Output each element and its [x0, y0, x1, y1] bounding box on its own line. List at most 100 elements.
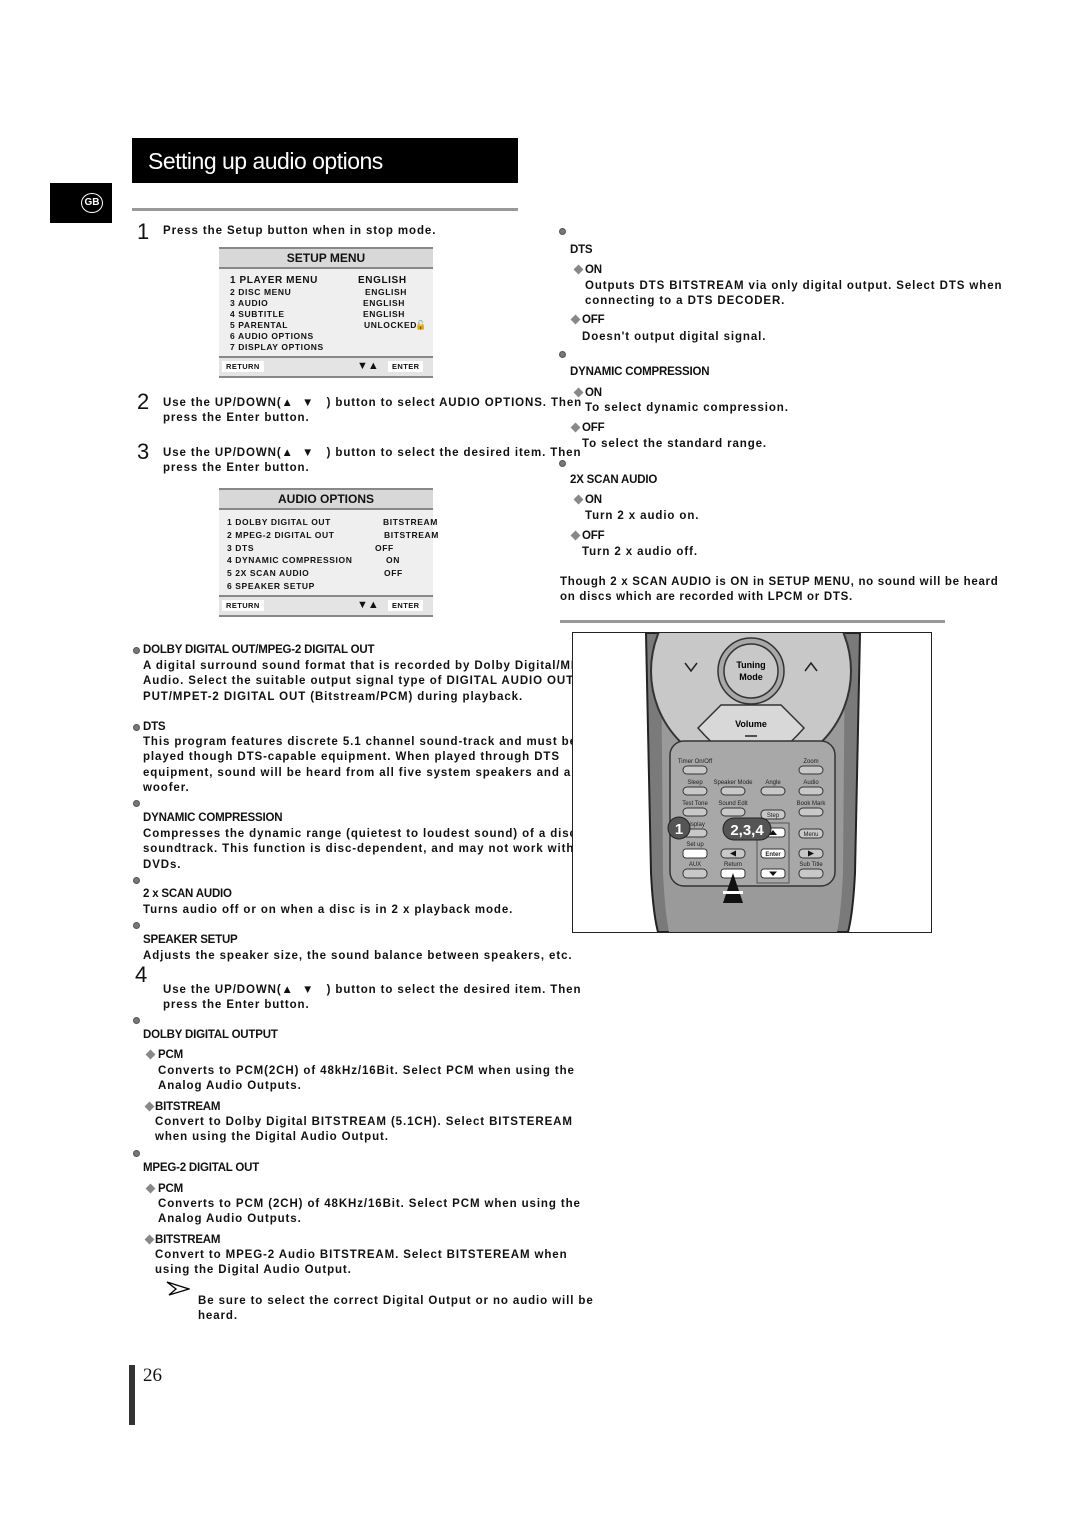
menu-label: 4 DYNAMIC COMPRESSION — [227, 555, 353, 566]
test-tone-label: Test Tone — [682, 801, 708, 807]
sleep-button[interactable] — [682, 786, 708, 796]
menu-value: OFF — [384, 568, 403, 579]
section-body: Adjusts the speaker size, the sound bala… — [143, 950, 573, 962]
section-heading: DYNAMIC COMPRESSION — [570, 366, 710, 378]
menu-value: ENGLISH — [363, 309, 405, 319]
menu-value: BITSTREAM — [384, 529, 439, 540]
diamond-bullet-icon — [145, 1183, 156, 1194]
menu-label: 6 AUDIO OPTIONS — [230, 331, 314, 341]
scan-note: Though 2 x SCAN AUDIO is ON in SETUP MEN… — [560, 576, 999, 604]
option-label: ON — [585, 494, 602, 506]
menu-value: ENGLISH — [363, 298, 405, 308]
page-title-bar: Setting up audio options — [132, 138, 518, 183]
tuning-mode-button[interactable] — [723, 643, 779, 699]
test-tone-button[interactable] — [682, 807, 708, 817]
audio-options-screen: AUDIO OPTIONS 1 DOLBY DIGITAL OUT BITSTRE… — [219, 488, 438, 617]
sub-title-label: Sub Title — [799, 862, 823, 868]
aux-button[interactable] — [682, 868, 708, 879]
setup-menu-title: SETUP MENU — [219, 249, 433, 269]
option-text: Turn 2 x audio off. — [582, 546, 698, 558]
section-body: This program features discrete 5.1 chann… — [143, 736, 602, 794]
angle-button[interactable] — [760, 786, 786, 796]
sleep-label: Sleep — [687, 780, 703, 786]
option-text: To select dynamic compression. — [585, 402, 789, 414]
section-body: Compresses the dynamic range (quietest t… — [143, 828, 593, 871]
page-title: Setting up audio options — [148, 148, 383, 174]
sound-edit-button[interactable] — [720, 807, 746, 817]
option-label: OFF — [582, 422, 605, 434]
menu-footer: RETURN ▼▲ ENTER — [219, 595, 433, 615]
bullet-icon — [133, 1150, 140, 1157]
setup-button[interactable] — [682, 848, 708, 859]
page-number-bar — [129, 1365, 135, 1425]
option-text: Turn 2 x audio on. — [585, 510, 700, 522]
sub-title-button[interactable] — [798, 868, 824, 879]
menu-row: 5 2X SCAN AUDIO OFF — [219, 568, 433, 581]
menu-row: 2 MPEG-2 DIGITAL OUT BITSTREAM — [219, 529, 438, 543]
option-label: OFF — [582, 530, 605, 542]
diamond-bullet-icon — [144, 1101, 155, 1112]
unlock-icon: 🔓 — [415, 320, 427, 330]
menu-value: BITSTREAM — [383, 517, 438, 527]
menu-row: 1 PLAYER MENU ENGLISH — [219, 275, 433, 287]
bullet-icon — [133, 647, 140, 654]
angle-label: Angle — [765, 780, 781, 786]
up-down-arrows-icon: ▼▲ — [357, 360, 379, 372]
menu-value: ON — [386, 555, 400, 566]
diamond-bullet-icon — [145, 1049, 156, 1060]
menu-row: 2 DISC MENU ENGLISH — [219, 287, 433, 298]
language-tab: GB — [50, 183, 112, 223]
step-label: Step — [767, 813, 780, 819]
menu-label: 5 2X SCAN AUDIO — [227, 568, 310, 579]
diamond-bullet-icon — [570, 314, 581, 325]
section-body: Turns audio off or on when a disc is in … — [143, 904, 514, 916]
timer-button[interactable] — [682, 765, 708, 775]
step-text: Press the Setup button when in stop mode… — [163, 225, 437, 237]
section-heading: DTS — [143, 721, 166, 733]
up-down-arrows-icon: ▼▲ — [357, 599, 379, 611]
bullet-icon — [559, 460, 566, 467]
diamond-bullet-icon — [570, 530, 581, 541]
menu-value: ENGLISH — [365, 287, 407, 297]
sound-edit-label: Sound Edit — [718, 801, 748, 807]
speaker-mode-button[interactable] — [720, 786, 746, 796]
remote-illustration: Tuning Mode Volume Timer On/Off Zoom Sle… — [572, 570, 932, 933]
mode-label: Mode — [739, 672, 763, 682]
option-text: Outputs DTS BITSTREAM via only digital o… — [585, 280, 1003, 308]
option-label: ON — [585, 264, 602, 276]
option-label: PCM — [158, 1183, 183, 1195]
zoom-button[interactable] — [798, 765, 824, 775]
menu-label: 3 AUDIO — [230, 298, 269, 308]
step-number: 1 — [137, 219, 150, 244]
menu-row: 5 PARENTAL UNLOCKED 🔓 — [219, 320, 433, 331]
section-heading: 2 x SCAN AUDIO — [143, 888, 232, 900]
menu-label: 1 DOLBY DIGITAL OUT — [227, 517, 331, 527]
bullet-icon — [133, 1017, 140, 1024]
book-mark-label: Book Mark — [797, 801, 827, 807]
bullet-icon — [133, 724, 140, 731]
diamond-bullet-icon — [573, 264, 584, 275]
language-badge: GB — [81, 193, 103, 213]
menu-label: 2 MPEG-2 DIGITAL OUT — [227, 529, 335, 540]
tuning-label: Tuning — [736, 660, 765, 670]
menu-label: Menu — [803, 832, 818, 838]
menu-label: 7 DISPLAY OPTIONS — [230, 342, 324, 352]
step-text: Use the UP/DOWN(▲ ▼ ) button to select t… — [163, 984, 582, 1012]
book-mark-button[interactable] — [798, 807, 824, 817]
return-label: Return — [724, 862, 742, 868]
section-heading: SPEAKER SETUP — [143, 934, 238, 946]
volume-label: Volume — [735, 719, 767, 729]
section-heading: DYNAMIC COMPRESSION — [143, 812, 283, 824]
option-label: BITSTREAM — [155, 1234, 221, 1246]
audio-button[interactable] — [798, 786, 824, 796]
audio-menu-title: AUDIO OPTIONS — [219, 490, 433, 510]
menu-row: 3 AUDIO ENGLISH — [219, 298, 433, 309]
menu-label: 1 PLAYER MENU — [230, 275, 319, 286]
setup-label: Set up — [686, 842, 704, 848]
step-number: 2 — [137, 389, 150, 414]
return-label: RETURN — [222, 361, 264, 372]
option-label: PCM — [158, 1049, 183, 1061]
bullet-icon — [133, 877, 140, 884]
enter-label: ENTER — [388, 361, 424, 372]
right-divider — [560, 620, 945, 623]
